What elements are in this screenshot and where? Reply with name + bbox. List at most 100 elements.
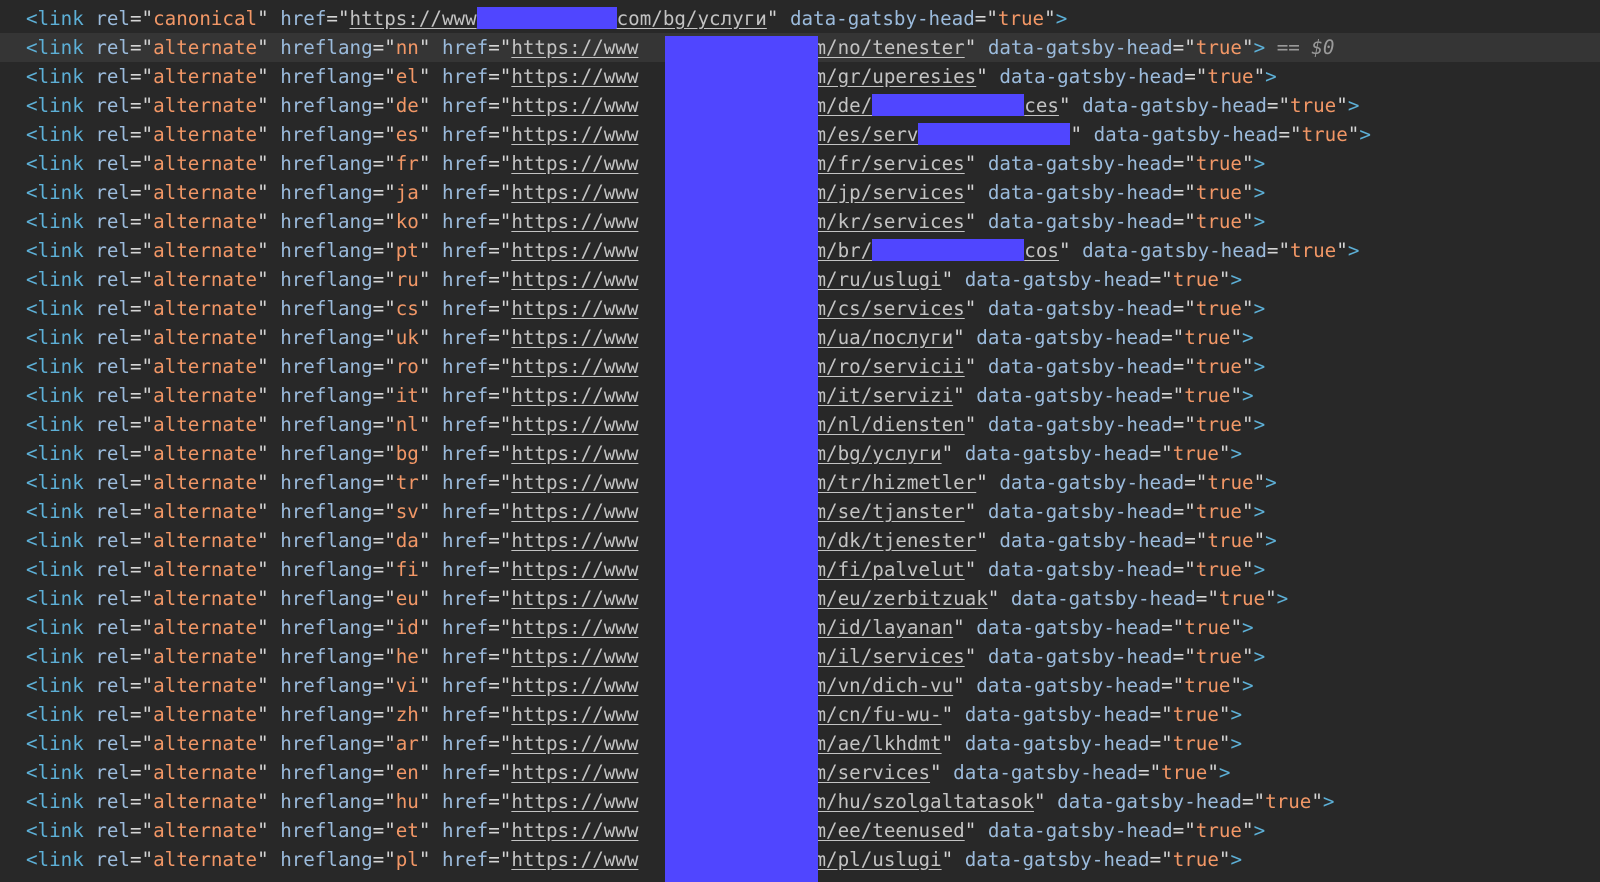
quote: " <box>141 529 154 552</box>
canonical-link-line[interactable]: <link rel="canonical" href="https://www c… <box>0 4 1600 33</box>
quote: " <box>499 471 512 494</box>
redacted-path-segment <box>872 239 1025 261</box>
quote: " <box>930 761 942 784</box>
url-prefix: https://www <box>511 65 639 88</box>
hreflang-attribute: hreflang <box>280 674 373 697</box>
rel-attribute: rel <box>95 239 130 262</box>
href-attribute: href <box>441 239 489 262</box>
equals: = <box>488 36 500 59</box>
equals: = <box>129 587 142 610</box>
equals: = <box>1195 587 1208 610</box>
gatsby-value: true <box>1290 94 1337 117</box>
quote: " <box>1184 558 1196 581</box>
quote: " <box>141 326 154 349</box>
quote: " <box>141 384 154 407</box>
quote: " <box>1195 471 1208 494</box>
quote: " <box>384 36 396 59</box>
tag-open: <link <box>26 355 84 378</box>
tag-close: > <box>1230 442 1243 465</box>
gatsby-attribute: data-gatsby-head <box>987 181 1173 204</box>
tag-open: <link <box>26 819 84 842</box>
rel-attribute: rel <box>95 297 130 320</box>
quote: " <box>257 732 269 755</box>
quote: " <box>257 152 269 175</box>
quote: " <box>418 471 431 494</box>
equals: = <box>372 790 385 813</box>
quote: " <box>141 616 154 639</box>
gatsby-attribute: data-gatsby-head <box>987 819 1173 842</box>
quote: " <box>499 94 512 117</box>
hreflang-value: da <box>395 529 419 552</box>
quote: " <box>1184 36 1196 59</box>
quote: " <box>964 210 977 233</box>
quote: " <box>1184 210 1196 233</box>
gatsby-attribute: data-gatsby-head <box>1082 94 1267 117</box>
rel-value: alternate <box>153 384 258 407</box>
url-prefix: https://www <box>511 152 639 175</box>
gatsby-attribute: data-gatsby-head <box>976 326 1162 349</box>
quote: " <box>418 500 431 523</box>
url-path: com/tr/hizmetler <box>791 471 977 494</box>
rel-value: alternate <box>153 268 258 291</box>
href-attribute: href <box>441 703 489 726</box>
equals: = <box>372 268 385 291</box>
quote: " <box>499 152 512 175</box>
quote: " <box>499 616 512 639</box>
rel-attribute: rel <box>95 645 130 668</box>
hreflang-attribute: hreflang <box>280 442 373 465</box>
quote: " <box>964 645 977 668</box>
rel-value: canonical <box>153 7 258 30</box>
equals: = <box>488 819 500 842</box>
url-prefix: https://www <box>511 384 639 407</box>
quote: " <box>953 384 965 407</box>
rel-attribute: rel <box>95 616 130 639</box>
hreflang-value: el <box>395 65 419 88</box>
tag-close: > <box>1230 268 1243 291</box>
equals: = <box>129 65 142 88</box>
href-link[interactable]: https://www com/bg/услуги <box>350 7 767 30</box>
quote: " <box>384 761 396 784</box>
quote: " <box>418 239 431 262</box>
quote: " <box>141 674 154 697</box>
gatsby-attribute: data-gatsby-head <box>1010 587 1196 610</box>
quote: " <box>257 123 269 146</box>
equals: = <box>372 616 385 639</box>
rel-value: alternate <box>153 703 258 726</box>
tag-close: > <box>1276 587 1289 610</box>
quote: " <box>941 442 954 465</box>
quote: " <box>257 384 269 407</box>
equals: = <box>1172 819 1185 842</box>
tag-close: > <box>1253 413 1266 436</box>
rel-attribute: rel <box>95 210 130 233</box>
hreflang-attribute: hreflang <box>280 297 373 320</box>
tag-open: <link <box>26 326 84 349</box>
gatsby-attribute: data-gatsby-head <box>964 848 1150 871</box>
gatsby-value: true <box>1265 790 1312 813</box>
equals: = <box>372 413 385 436</box>
quote: " <box>499 587 512 610</box>
tag-open: <link <box>26 471 84 494</box>
tag-close: > <box>1265 65 1277 88</box>
hreflang-value: fr <box>395 152 419 175</box>
url-prefix: https://www <box>511 558 639 581</box>
quote: " <box>384 297 396 320</box>
gatsby-value: true <box>1184 326 1231 349</box>
quote: " <box>1336 239 1348 262</box>
equals: = <box>1161 384 1173 407</box>
quote: " <box>418 36 431 59</box>
hreflang-attribute: hreflang <box>280 732 373 755</box>
equals: = <box>1138 761 1150 784</box>
quote: " <box>1230 384 1243 407</box>
gatsby-value: true <box>1172 732 1219 755</box>
gatsby-value: true <box>1172 442 1219 465</box>
tag-open: <link <box>26 761 84 784</box>
gatsby-value: true <box>1172 268 1219 291</box>
tag-open: <link <box>26 297 84 320</box>
tag-open: <link <box>26 645 84 668</box>
equals: = <box>372 819 385 842</box>
quote: " <box>257 268 269 291</box>
tag-close: > <box>1253 355 1266 378</box>
gatsby-attribute: data-gatsby-head <box>789 7 975 30</box>
quote: " <box>418 297 431 320</box>
quote: " <box>141 181 154 204</box>
